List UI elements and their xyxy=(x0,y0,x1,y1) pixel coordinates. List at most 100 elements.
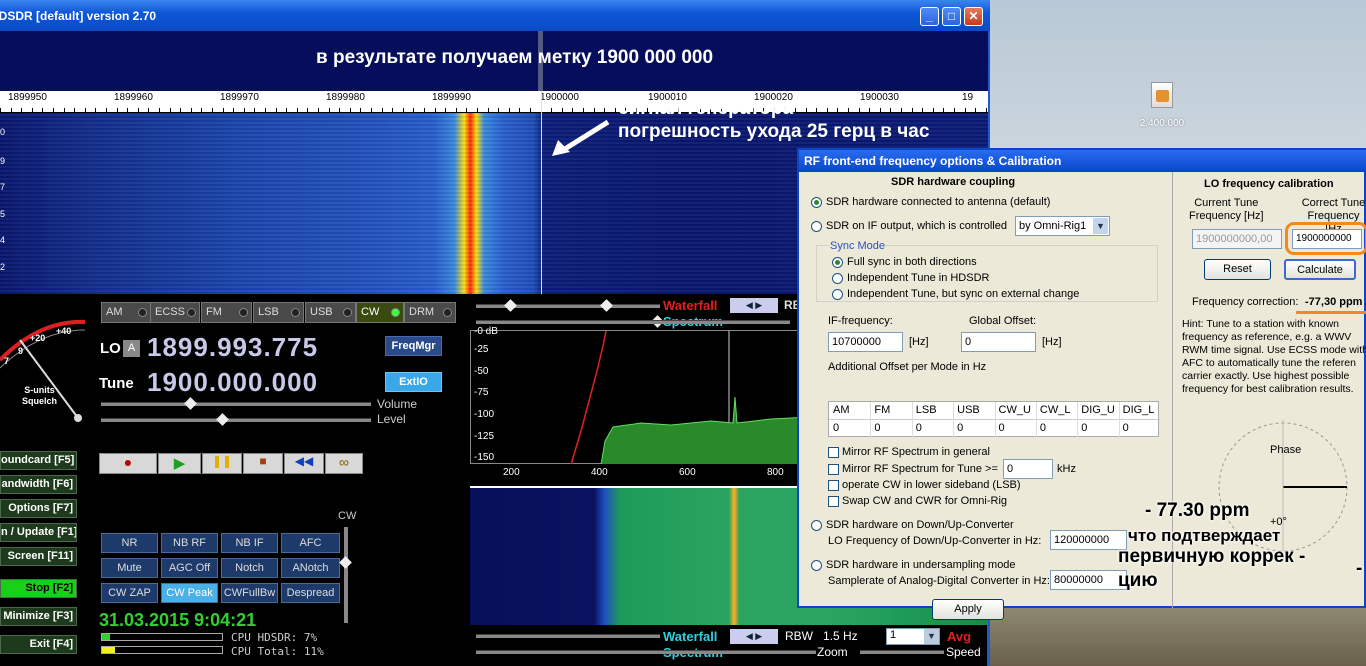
agc-button[interactable]: AGC Off xyxy=(161,558,218,578)
mode-drm-button[interactable]: DRM xyxy=(404,302,456,323)
update-button[interactable]: n / Update [F1] xyxy=(0,523,77,542)
level-slider[interactable] xyxy=(101,418,371,422)
grid-value[interactable]: 0 xyxy=(1040,422,1046,434)
grid-value[interactable]: 0 xyxy=(1123,422,1129,434)
minimize-app-button[interactable]: Minimize [F3] xyxy=(0,607,77,626)
loop-button[interactable]: ∞ xyxy=(325,453,363,474)
grid-value[interactable]: 0 xyxy=(916,422,922,434)
dialog-title[interactable]: RF front-end frequency options & Calibra… xyxy=(799,150,1366,172)
grid-value[interactable]: 0 xyxy=(833,422,839,434)
record-button[interactable]: ● xyxy=(99,453,157,474)
bandwidth-button[interactable]: andwidth [F6] xyxy=(0,475,77,494)
play-button[interactable]: ▶ xyxy=(158,453,201,474)
if-control-select[interactable]: by Omni-Rig1 ▼ xyxy=(1015,216,1110,236)
samplerate-input[interactable]: 80000000 xyxy=(1050,570,1127,590)
cw-fullbw-button[interactable]: CWFullBw xyxy=(221,583,278,603)
freqmgr-button[interactable]: FreqMgr xyxy=(385,336,442,356)
spectrum-slider-top[interactable] xyxy=(540,320,790,324)
level-thumb[interactable] xyxy=(216,413,229,426)
grid-divider xyxy=(1035,402,1037,438)
fullscreen-button[interactable]: Screen [F11] xyxy=(0,547,77,566)
reset-button[interactable]: Reset xyxy=(1204,259,1271,280)
check-cw-lsb[interactable] xyxy=(828,480,839,491)
lo-converter-input[interactable]: 120000000 xyxy=(1050,530,1127,550)
pause-button[interactable]: ❚❚ xyxy=(202,453,242,474)
close-button[interactable]: ✕ xyxy=(964,7,983,26)
scale-tick xyxy=(53,108,54,112)
nb-if-button[interactable]: NB IF xyxy=(221,533,278,553)
radio-if[interactable] xyxy=(811,221,822,232)
grid-value[interactable]: 0 xyxy=(957,422,963,434)
chevron-down-icon[interactable]: ▼ xyxy=(1093,218,1108,234)
radio-sync-indep[interactable] xyxy=(832,273,843,284)
mirror-tune-input[interactable]: 0 xyxy=(1003,459,1053,479)
correct-tune-input[interactable]: 1900000000 xyxy=(1292,229,1362,249)
rbw-label: RBW xyxy=(785,629,813,643)
cw-slider-thumb[interactable] xyxy=(339,556,352,569)
speed-slider[interactable] xyxy=(860,650,944,654)
lo-frequency[interactable]: 1899.993.775 xyxy=(147,332,318,363)
global-offset-input[interactable]: 0 xyxy=(961,332,1036,352)
extio-button[interactable]: ExtIO xyxy=(385,372,442,392)
maximize-button[interactable]: □ xyxy=(942,7,961,26)
wf-thumb-2[interactable] xyxy=(600,299,613,312)
zoom-arrows-bottom[interactable]: ◀ ▶ xyxy=(730,629,778,644)
mode-fm-button[interactable]: FM xyxy=(201,302,252,323)
grid-value[interactable]: 0 xyxy=(999,422,1005,434)
radio-converter[interactable] xyxy=(811,520,822,531)
chevron-down-icon[interactable]: ▼ xyxy=(924,629,939,644)
avg-select[interactable]: 1 ▼ xyxy=(886,628,940,645)
scale-tick xyxy=(583,108,584,112)
wf-slider-bottom[interactable] xyxy=(476,634,660,638)
exit-button[interactable]: Exit [F4] xyxy=(0,635,77,654)
mode-ecss-button[interactable]: ECSS xyxy=(150,302,200,323)
check-swap-cw[interactable] xyxy=(828,496,839,507)
cw-peak-button[interactable]: CW Peak xyxy=(161,583,218,603)
volume-thumb[interactable] xyxy=(184,397,197,410)
minimize-button[interactable]: _ xyxy=(920,7,939,26)
grid-value[interactable]: 0 xyxy=(874,422,880,434)
mode-usb-button[interactable]: USB xyxy=(305,302,356,323)
radio-antenna[interactable] xyxy=(811,197,822,208)
mode-offset-grid[interactable]: AM FM LSB USB CW_U CW_L DIG_U DIG_L 0 0 0 0 0 0 0 0 xyxy=(828,401,1160,438)
stop-playback-button[interactable]: ■ xyxy=(243,453,283,474)
rewind-button[interactable]: ◀◀ xyxy=(284,453,324,474)
mute-button[interactable]: Mute xyxy=(101,558,158,578)
volume-slider[interactable] xyxy=(101,402,371,406)
scale-tick xyxy=(954,108,955,112)
grid-value[interactable]: 0 xyxy=(1081,422,1087,434)
mode-label: ECSS xyxy=(155,306,185,318)
lo-tag[interactable]: A xyxy=(123,340,140,357)
title-bar[interactable]: HDSDR [default] version 2.70 _ □ ✕ xyxy=(0,0,990,31)
wf-thumb-1[interactable] xyxy=(504,299,517,312)
zoom-slider[interactable] xyxy=(476,650,816,654)
nr-button[interactable]: NR xyxy=(101,533,158,553)
radio-sync-full[interactable] xyxy=(832,257,843,268)
despread-button[interactable]: Despread xyxy=(281,583,340,603)
stop-button[interactable]: Stop [F2] xyxy=(0,579,77,598)
notch-button[interactable]: Notch xyxy=(221,558,278,578)
mode-lsb-button[interactable]: LSB xyxy=(253,302,304,323)
calculate-button[interactable]: Calculate xyxy=(1284,259,1356,280)
soundcard-button[interactable]: oundcard [F5] xyxy=(0,451,77,470)
anotch-button[interactable]: ANotch xyxy=(281,558,340,578)
options-button[interactable]: Options [F7] xyxy=(0,499,77,518)
nb-rf-button[interactable]: NB RF xyxy=(161,533,218,553)
scale-tick xyxy=(95,108,97,112)
radio-undersampling[interactable] xyxy=(811,560,822,571)
apply-button[interactable]: Apply xyxy=(932,599,1004,620)
cw-slider[interactable] xyxy=(344,527,348,623)
zoom-arrows-top[interactable]: ◀ ▶ xyxy=(730,298,778,313)
cw-zap-button[interactable]: CW ZAP xyxy=(101,583,158,603)
scale-tick xyxy=(477,108,478,112)
afc-button[interactable]: AFC xyxy=(281,533,340,553)
radio-sync-ext[interactable] xyxy=(832,289,843,300)
desktop-file-icon[interactable]: 2.400.000 xyxy=(1128,82,1196,129)
mode-cw-button[interactable]: CW xyxy=(356,302,404,323)
check-mirror-general[interactable] xyxy=(828,447,839,458)
scale-tick xyxy=(148,108,150,112)
if-freq-input[interactable]: 10700000 xyxy=(828,332,903,352)
check-mirror-tune[interactable] xyxy=(828,464,839,475)
mode-am-button[interactable]: AM xyxy=(101,302,151,323)
tune-frequency[interactable]: 1900.000.000 xyxy=(147,367,318,398)
